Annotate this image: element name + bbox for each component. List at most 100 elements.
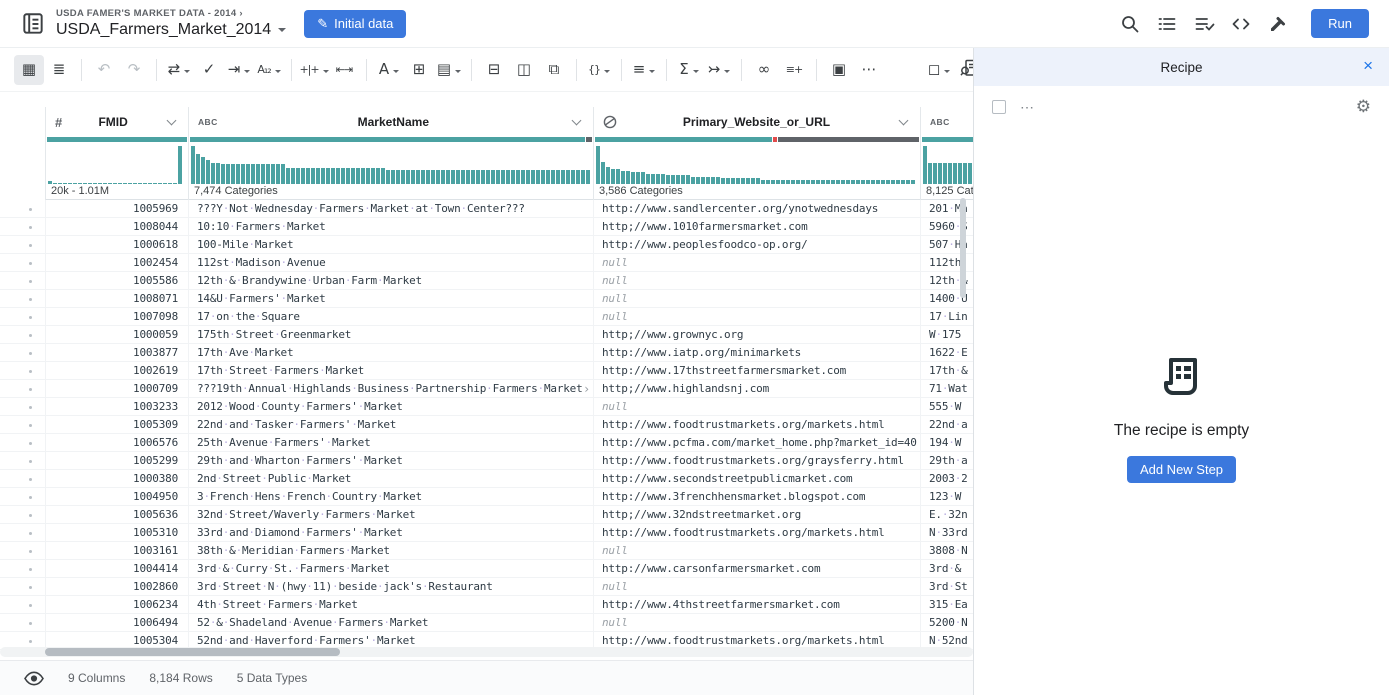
cell[interactable]: 315·Ea bbox=[920, 596, 973, 613]
more-options-icon[interactable]: ⋯ bbox=[1020, 99, 1035, 116]
cell[interactable]: null bbox=[593, 254, 920, 271]
cell[interactable]: 1005310 bbox=[45, 524, 188, 541]
cell[interactable]: 25th·Avenue·Farmers'·Market bbox=[188, 434, 593, 451]
cell[interactable]: 1007098 bbox=[45, 308, 188, 325]
cell[interactable]: 17·Lin bbox=[920, 308, 973, 325]
text-format-icon[interactable]: A bbox=[374, 55, 404, 85]
table-row[interactable]: 1000709???19th·Annual·Highlands·Business… bbox=[0, 380, 973, 398]
cell[interactable]: 1002454 bbox=[45, 254, 188, 271]
cell[interactable]: 112st·Madison·Avenue bbox=[188, 254, 593, 271]
cell[interactable]: 1004414 bbox=[45, 560, 188, 577]
cell[interactable]: 1003233 bbox=[45, 398, 188, 415]
cell[interactable]: null bbox=[593, 308, 920, 325]
dropdown-caret-icon[interactable] bbox=[323, 70, 329, 76]
split-column-icon[interactable]: +|+ bbox=[299, 55, 329, 85]
move-column-icon[interactable]: ⇥ bbox=[224, 55, 254, 85]
dropdown-caret-icon[interactable] bbox=[693, 70, 699, 76]
cell[interactable]: http://www.17thstreetfarmersmarket.com bbox=[593, 362, 920, 379]
dropdown-caret-icon[interactable] bbox=[184, 70, 190, 76]
cell[interactable]: W·175 bbox=[920, 326, 973, 343]
cell[interactable]: 1008044 bbox=[45, 218, 188, 235]
column-header[interactable]: Primary_Website_or_URL bbox=[594, 107, 920, 137]
cell[interactable]: 1006494 bbox=[45, 614, 188, 631]
data-quality-bar[interactable] bbox=[190, 137, 592, 142]
table-row[interactable]: 100657625th·Avenue·Farmers'·Markethttp:/… bbox=[0, 434, 973, 452]
cell[interactable]: 1000059 bbox=[45, 326, 188, 343]
cell[interactable]: null bbox=[593, 542, 920, 559]
cell[interactable]: 175th·Street·Greenmarket bbox=[188, 326, 593, 343]
cell[interactable]: 555·W bbox=[920, 398, 973, 415]
cell[interactable]: 14&U·Farmers'·Market bbox=[188, 290, 593, 307]
add-rows-icon[interactable]: ≡+ bbox=[779, 55, 809, 85]
table-row[interactable]: 100804410:10·Farmers·Markethttp;//www.10… bbox=[0, 218, 973, 236]
cell[interactable]: http://www.foodtrustmarkets.org/markets.… bbox=[593, 416, 920, 433]
cell[interactable]: 1003161 bbox=[45, 542, 188, 559]
eye-icon[interactable] bbox=[24, 671, 44, 686]
dropdown-caret-icon[interactable] bbox=[393, 70, 399, 76]
cell[interactable]: 29th·and·Wharton·Farmers'·Market bbox=[188, 452, 593, 469]
run-button[interactable]: Run bbox=[1311, 9, 1369, 38]
cell[interactable]: 3808·N bbox=[920, 542, 973, 559]
cell[interactable]: 2012·Wood·County·Farmers'·Market bbox=[188, 398, 593, 415]
cell[interactable]: 1622·E bbox=[920, 344, 973, 361]
table-row[interactable]: 1005969???Y·Not·Wednesday·Farmers·Market… bbox=[0, 200, 973, 218]
cell[interactable]: 17th·Ave·Market bbox=[188, 344, 593, 361]
column-menu-chevron-icon[interactable] bbox=[899, 116, 909, 126]
cell[interactable]: 22nd·a bbox=[920, 416, 973, 433]
cell[interactable]: 3·French·Hens·French·Country·Market bbox=[188, 488, 593, 505]
cell[interactable]: N·33rd bbox=[920, 524, 973, 541]
header-row-icon[interactable]: ▤ bbox=[434, 55, 464, 85]
code-view-icon[interactable] bbox=[1226, 9, 1256, 39]
select-columns-icon[interactable]: ◻ bbox=[924, 55, 954, 85]
cell[interactable]: 38th·&·Meridian·Farmers·Market bbox=[188, 542, 593, 559]
column-header[interactable]: ABCMarketName bbox=[189, 107, 593, 137]
grid-view-icon[interactable]: ▦ bbox=[14, 55, 44, 85]
cell[interactable]: 33rd·and·Diamond·Farmers'·Market bbox=[188, 524, 593, 541]
cell[interactable]: 1000618 bbox=[45, 236, 188, 253]
table-row[interactable]: 100529929th·and·Wharton·Farmers'·Marketh… bbox=[0, 452, 973, 470]
cell[interactable]: 3rd·&·Curry·St.·Farmers·Market bbox=[188, 560, 593, 577]
column-header[interactable]: ABC bbox=[921, 107, 973, 137]
column-header[interactable]: #FMID bbox=[46, 107, 188, 137]
table-row[interactable]: 100387717th·Ave·Markethttp://www.iatp.or… bbox=[0, 344, 973, 362]
cell[interactable]: 1005309 bbox=[45, 416, 188, 433]
dropdown-caret-icon[interactable] bbox=[724, 70, 730, 76]
table-row[interactable]: 1000618100-Mile·Markethttp://www.peoples… bbox=[0, 236, 973, 254]
cell[interactable]: http://www.4thstreetfarmersmarket.com bbox=[593, 596, 920, 613]
table-row[interactable]: 10003802nd·Street·Public·Markethttp://ww… bbox=[0, 470, 973, 488]
horizontal-scrollbar[interactable] bbox=[45, 648, 340, 656]
transpose-icon[interactable]: ⧉ bbox=[539, 55, 569, 85]
table-row[interactable]: 100261917th·Street·Farmers·Markethttp://… bbox=[0, 362, 973, 380]
union-data-icon[interactable]: ∞ bbox=[749, 55, 779, 85]
cell[interactable]: 1002619 bbox=[45, 362, 188, 379]
cell[interactable]: http://www.foodtrustmarkets.org/markets.… bbox=[593, 524, 920, 541]
dropdown-caret-icon[interactable] bbox=[944, 70, 950, 76]
cell[interactable]: 17·on·the·Square bbox=[188, 308, 593, 325]
table-row[interactable]: 10032332012·Wood·County·Farmers'·Marketn… bbox=[0, 398, 973, 416]
cell[interactable]: 71·Wat bbox=[920, 380, 973, 397]
cell[interactable]: 1006234 bbox=[45, 596, 188, 613]
cell[interactable]: 1005636 bbox=[45, 506, 188, 523]
cell[interactable]: http://www.iatp.org/minimarkets bbox=[593, 344, 920, 361]
insert-column-icon[interactable]: ⊞ bbox=[404, 55, 434, 85]
cell[interactable]: 2nd·Street·Public·Market bbox=[188, 470, 593, 487]
column-menu-chevron-icon[interactable] bbox=[167, 116, 177, 126]
cell[interactable]: null bbox=[593, 614, 920, 631]
steps-check-icon[interactable] bbox=[1189, 9, 1219, 39]
cell[interactable]: 22nd·and·Tasker·Farmers'·Market bbox=[188, 416, 593, 433]
table-row[interactable]: 100531033rd·and·Diamond·Farmers'·Marketh… bbox=[0, 524, 973, 542]
cell[interactable]: 1005299 bbox=[45, 452, 188, 469]
cell[interactable]: null bbox=[593, 578, 920, 595]
cell[interactable]: ???19th·Annual·Highlands·Business·Partne… bbox=[188, 380, 593, 397]
comment-icon[interactable]: ▣ bbox=[824, 55, 854, 85]
data-quality-bar[interactable] bbox=[922, 137, 973, 142]
cell[interactable]: http://www.pcfma.com/market_home.php?mar… bbox=[593, 434, 920, 451]
cell[interactable]: 1000709 bbox=[45, 380, 188, 397]
unpivot-columns-icon[interactable]: ◫ bbox=[509, 55, 539, 85]
table-row[interactable]: 10049503·French·Hens·French·Country·Mark… bbox=[0, 488, 973, 506]
validate-values-icon[interactable]: ✓ bbox=[194, 55, 224, 85]
data-quality-bar[interactable] bbox=[595, 137, 919, 142]
cell[interactable]: 29th·a bbox=[920, 452, 973, 469]
table-row[interactable]: 100530922nd·and·Tasker·Farmers'·Marketht… bbox=[0, 416, 973, 434]
title-dropdown-chevron-icon[interactable] bbox=[278, 28, 286, 36]
